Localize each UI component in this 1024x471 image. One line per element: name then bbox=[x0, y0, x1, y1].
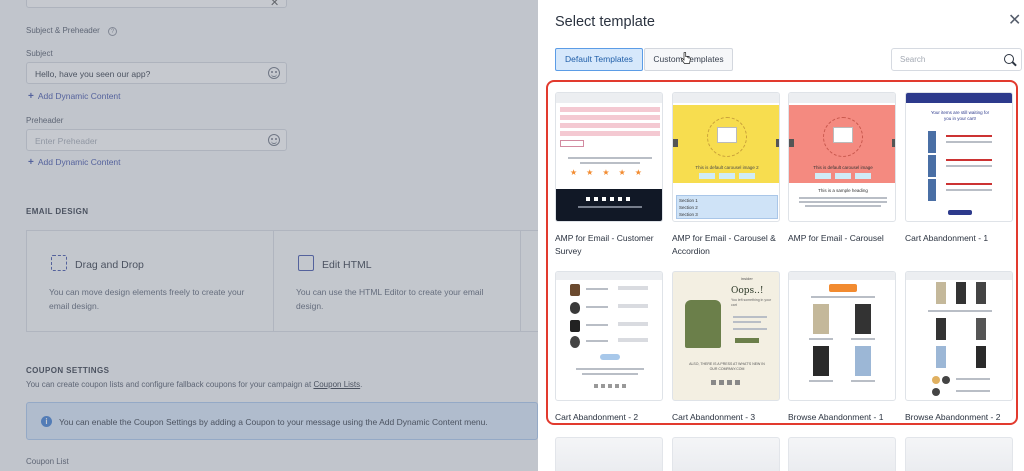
coupon-info-text: You can enable the Coupon Settings by ad… bbox=[59, 417, 488, 427]
coupon-lists-link[interactable]: Coupon Lists bbox=[313, 380, 360, 389]
coupon-desc: You can create coupon lists and configur… bbox=[26, 380, 363, 389]
close-icon[interactable]: ✕ bbox=[1008, 12, 1021, 30]
subject-preheader-text: Subject & Preheader bbox=[26, 26, 100, 35]
template-name: Cart Abandonment - 2 bbox=[555, 412, 639, 422]
template-thumbnail: This is default carousel image This is a… bbox=[788, 92, 896, 222]
edit-html-desc: You can use the HTML Editor to create yo… bbox=[296, 287, 484, 311]
search-input[interactable]: Search bbox=[891, 48, 1022, 71]
add-dynamic-content-link[interactable]: + Add Dynamic Content bbox=[28, 91, 121, 102]
jacket-image bbox=[685, 300, 721, 348]
oops-sub: You left something in your cart bbox=[731, 298, 772, 307]
plus-icon: + bbox=[28, 91, 34, 102]
sample-heading: This is a sample heading bbox=[818, 188, 868, 193]
coupon-desc-text: You can create coupon lists and configur… bbox=[26, 380, 312, 389]
template-name: Cart Abandonment - 3 bbox=[672, 412, 756, 422]
add-dynamic-content-label: Add Dynamic Content bbox=[37, 157, 121, 167]
stars-icon: ★★★★★ bbox=[570, 168, 651, 177]
help-icon[interactable]: ? bbox=[108, 27, 118, 36]
template-thumbnail bbox=[905, 271, 1013, 401]
cart-heading: Your items are still waiting for you in … bbox=[930, 110, 990, 121]
emoji-icon[interactable] bbox=[268, 67, 280, 79]
template-card-partial[interactable] bbox=[672, 437, 780, 471]
previous-field[interactable] bbox=[26, 0, 287, 8]
template-thumbnail: insider Oops..! You left something in yo… bbox=[672, 271, 780, 401]
template-name: Browse Abandonment - 1 bbox=[788, 412, 884, 422]
subject-input[interactable]: Hello, have you seen our app? bbox=[26, 62, 287, 84]
drag-and-drop-card[interactable]: Drag and Drop You can move design elemen… bbox=[26, 230, 274, 332]
template-thumbnail bbox=[555, 271, 663, 401]
drag-drop-desc: You can move design elements freely to c… bbox=[49, 287, 245, 311]
design-card-partial[interactable] bbox=[520, 230, 538, 332]
template-name: AMP for Email - Customer Survey bbox=[555, 233, 654, 256]
template-thumbnail: This is default carousel image 2 Section… bbox=[672, 92, 780, 222]
plus-icon: + bbox=[28, 157, 34, 168]
template-name: Browse Abandonment - 2 bbox=[905, 412, 1001, 422]
preheader-placeholder: Enter Preheader bbox=[35, 136, 98, 146]
preheader-label: Preheader bbox=[26, 116, 64, 125]
template-name: AMP for Email - Carousel & Accordion bbox=[672, 233, 776, 256]
tab-default-templates[interactable]: Default Templates bbox=[555, 48, 643, 71]
edit-html-card[interactable]: Edit HTML You can use the HTML Editor to… bbox=[273, 230, 521, 332]
carousel-caption: This is default carousel image 2 bbox=[695, 165, 759, 170]
section-label: Section 3 bbox=[679, 212, 698, 217]
drag-drop-title: Drag and Drop bbox=[75, 259, 144, 271]
coupon-list-label: Coupon List bbox=[26, 457, 69, 466]
carousel-caption: This is default carousel image bbox=[813, 165, 873, 170]
template-thumbnail: ★★★★★ bbox=[555, 92, 663, 222]
template-card-partial[interactable] bbox=[555, 437, 663, 471]
coupon-settings-heading: COUPON SETTINGS bbox=[26, 366, 110, 375]
template-card-partial[interactable] bbox=[788, 437, 896, 471]
promo-text: ALSO, THERE IS A PRESS AT WHAT'S NEW IN … bbox=[689, 362, 765, 371]
template-thumbnail: Your items are still waiting for you in … bbox=[905, 92, 1013, 222]
campaign-form: ✕ Subject & Preheader ? Subject Hello, h… bbox=[0, 0, 538, 471]
tab-custom-templates[interactable]: Custom Templates bbox=[644, 48, 733, 71]
subject-label: Subject bbox=[26, 49, 53, 58]
add-dynamic-content-link[interactable]: + Add Dynamic Content bbox=[28, 157, 121, 168]
select-template-panel: Select template ✕ Default Templates Cust… bbox=[538, 0, 1024, 471]
oops-heading: Oops..! bbox=[731, 286, 764, 296]
coupon-info-banner: i You can enable the Coupon Settings by … bbox=[26, 402, 538, 440]
template-thumbnail bbox=[788, 271, 896, 401]
code-edit-icon bbox=[298, 255, 314, 271]
panel-title: Select template bbox=[555, 14, 655, 30]
info-icon: i bbox=[41, 416, 52, 427]
template-name: AMP for Email - Carousel bbox=[788, 233, 884, 243]
drag-drop-icon bbox=[51, 255, 67, 271]
clear-icon[interactable]: ✕ bbox=[270, 0, 279, 9]
template-card-partial[interactable] bbox=[905, 437, 1013, 471]
section-label: Section 2 bbox=[679, 205, 698, 210]
image-icon bbox=[833, 127, 853, 143]
template-name: Cart Abandonment - 1 bbox=[905, 233, 989, 243]
search-placeholder: Search bbox=[900, 55, 926, 64]
add-dynamic-content-label: Add Dynamic Content bbox=[37, 91, 121, 101]
edit-html-title: Edit HTML bbox=[322, 259, 372, 271]
search-icon[interactable] bbox=[1004, 54, 1014, 64]
section-label: Section 1 bbox=[679, 198, 698, 203]
image-icon bbox=[717, 127, 737, 143]
section-list: Section 1 Section 2 Section 3 bbox=[679, 197, 698, 218]
email-design-heading: EMAIL DESIGN bbox=[26, 207, 89, 216]
subject-preheader-label: Subject & Preheader ? bbox=[26, 26, 118, 36]
preheader-input[interactable]: Enter Preheader bbox=[26, 129, 287, 151]
subject-input-value: Hello, have you seen our app? bbox=[35, 69, 151, 79]
emoji-icon[interactable] bbox=[268, 134, 280, 146]
insider-logo: insider bbox=[741, 276, 753, 281]
